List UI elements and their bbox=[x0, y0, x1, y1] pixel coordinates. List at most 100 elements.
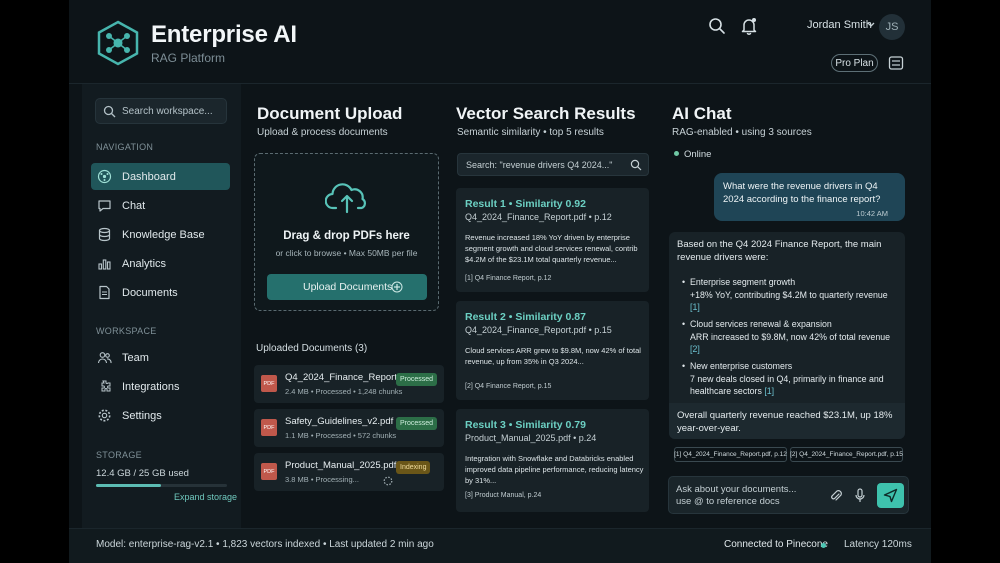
pdf-file-icon: PDF bbox=[261, 375, 277, 392]
settings-sliders-icon[interactable] bbox=[887, 54, 905, 72]
sidebar-item-integrations[interactable]: Integrations bbox=[91, 373, 230, 400]
chat-input[interactable]: Ask about your documents... use @ to ref… bbox=[668, 476, 909, 514]
workspace-search-placeholder: Search workspace... bbox=[122, 106, 213, 117]
sidebar-item-chat[interactable]: Chat bbox=[91, 192, 230, 219]
plus-icon bbox=[391, 281, 403, 293]
storage-section-label: STORAGE bbox=[96, 450, 142, 460]
result-citation: [1] Q4 Finance Report, p.12 bbox=[465, 275, 552, 282]
result-file: Q4_2024_Finance_Report.pdf • p.15 bbox=[465, 325, 612, 335]
chat-title: AI Chat bbox=[672, 104, 732, 123]
send-button[interactable] bbox=[877, 483, 904, 508]
pdf-file-icon: PDF bbox=[261, 463, 277, 480]
result-file: Product_Manual_2025.pdf • p.24 bbox=[465, 433, 597, 443]
paperclip-icon[interactable] bbox=[829, 488, 843, 503]
brand-title: Enterprise AI bbox=[151, 21, 297, 48]
dropzone-hint: or click to browse • Max 50MB per file bbox=[275, 248, 418, 258]
sidebar-item-analytics[interactable]: Analytics bbox=[91, 250, 230, 277]
sidebar-item-label: Analytics bbox=[122, 258, 167, 270]
search-result-card[interactable]: Result 3 • Similarity 0.79 Product_Manua… bbox=[456, 409, 649, 512]
navigation-section-label: NAVIGATION bbox=[96, 142, 154, 152]
upload-button-label: Upload Documents bbox=[303, 281, 393, 293]
workspace-section-label: WORKSPACE bbox=[96, 326, 157, 336]
file-name: Product_Manual_2025.pdf bbox=[285, 460, 397, 471]
file-row[interactable]: PDF Q4_2024_Finance_Report.pdf 2.4 MB • … bbox=[254, 365, 444, 403]
sidebar: Search workspace... NAVIGATION Dashboard… bbox=[82, 84, 241, 528]
status-badge: Indexing bbox=[396, 461, 431, 474]
sidebar-item-dashboard[interactable]: Dashboard bbox=[91, 163, 230, 190]
message-timestamp: 10:42 AM bbox=[856, 209, 888, 218]
bell-icon[interactable] bbox=[739, 16, 759, 36]
answer-summary: Overall quarterly revenue reached $23.1M… bbox=[669, 403, 905, 439]
connection-status-text: Connected to Pinecone bbox=[724, 539, 828, 550]
brand-subtitle: RAG Platform bbox=[151, 51, 226, 65]
file-row[interactable]: PDF Product_Manual_2025.pdf 3.8 MB • Pro… bbox=[254, 453, 444, 491]
summary-text: Overall quarterly revenue reached $23.1M… bbox=[677, 410, 893, 434]
online-status-text: Online bbox=[684, 149, 712, 160]
search-result-card[interactable]: Result 2 • Similarity 0.87 Q4_2024_Finan… bbox=[456, 301, 649, 400]
result-snippet: Revenue increased 18% YoY driven by ente… bbox=[465, 233, 638, 265]
online-dot-icon bbox=[674, 151, 679, 156]
logo-icon bbox=[97, 20, 139, 66]
model-status-text: Model: enterprise-rag-v2.1 • 1,823 vecto… bbox=[96, 539, 434, 550]
microphone-icon[interactable] bbox=[854, 488, 866, 503]
dashboard-icon bbox=[97, 169, 112, 184]
source-chip[interactable]: [1] Q4_2024_Finance_Report.pdf, p.12 bbox=[674, 447, 787, 462]
workspace-search-input[interactable]: Search workspace... bbox=[95, 98, 227, 124]
bullet-heading: New enterprise customers bbox=[690, 361, 793, 371]
user-message-text: What were the revenue drivers in Q4 2024… bbox=[723, 181, 881, 205]
storage-progress-fill bbox=[96, 484, 161, 487]
bullet-body: 7 new deals closed in Q4, primarily in f… bbox=[690, 373, 884, 397]
plan-badge[interactable]: Pro Plan bbox=[831, 54, 878, 72]
chat-subtitle: RAG-enabled • using 3 sources bbox=[672, 127, 812, 138]
online-status: Online bbox=[674, 149, 711, 160]
file-name: Safety_Guidelines_v2.pdf bbox=[285, 416, 394, 427]
bullet-heading: Cloud services renewal & expansion bbox=[690, 319, 832, 329]
vector-subtitle: Semantic similarity • top 5 results bbox=[457, 127, 604, 138]
expand-storage-link[interactable]: Expand storage bbox=[174, 492, 237, 502]
citation-link[interactable]: [2] bbox=[690, 344, 700, 354]
result-title: Result 1 • Similarity 0.92 bbox=[465, 198, 586, 210]
user-name[interactable]: Jordan Smith bbox=[807, 19, 872, 31]
sidebar-item-label: Chat bbox=[122, 200, 146, 212]
documents-icon bbox=[99, 285, 110, 300]
result-title: Result 2 • Similarity 0.87 bbox=[465, 311, 586, 323]
sidebar-item-team[interactable]: Team bbox=[91, 344, 230, 371]
upload-subtitle: Upload & process documents bbox=[257, 127, 388, 138]
vector-search-input[interactable]: Search: "revenue drivers Q4 2024..." bbox=[457, 153, 649, 176]
app-window: Enterprise AI RAG Platform Jordan Smith … bbox=[69, 0, 931, 563]
sidebar-item-label: Settings bbox=[122, 410, 162, 422]
file-name: Q4_2024_Finance_Report.pdf bbox=[285, 372, 413, 383]
citation-link[interactable]: [1] bbox=[764, 386, 774, 396]
avatar[interactable]: JS bbox=[879, 14, 905, 40]
status-badge: Processed bbox=[396, 417, 438, 430]
sidebar-item-label: Team bbox=[122, 352, 149, 364]
sidebar-item-label: Dashboard bbox=[122, 171, 176, 183]
cloud-upload-icon bbox=[325, 183, 366, 214]
chevron-down-icon[interactable] bbox=[866, 18, 876, 32]
pdf-file-icon: PDF bbox=[261, 419, 277, 436]
sidebar-item-settings[interactable]: Settings bbox=[91, 402, 230, 429]
knowledge-base-icon bbox=[98, 227, 111, 242]
result-title: Result 3 • Similarity 0.79 bbox=[465, 419, 586, 431]
bullet-heading: Enterprise segment growth bbox=[690, 277, 796, 287]
citation-link[interactable]: [1] bbox=[690, 302, 700, 312]
search-result-card[interactable]: Result 1 • Similarity 0.92 Q4_2024_Finan… bbox=[456, 188, 649, 292]
storage-used-text: 12.4 GB / 25 GB used bbox=[96, 468, 189, 479]
source-chip[interactable]: [2] Q4_2024_Finance_Report.pdf, p.15 bbox=[790, 447, 903, 462]
connection-dot-icon bbox=[821, 543, 826, 548]
file-row[interactable]: PDF Safety_Guidelines_v2.pdf 1.1 MB • Pr… bbox=[254, 409, 444, 447]
sidebar-item-label: Integrations bbox=[122, 381, 180, 393]
sidebar-item-documents[interactable]: Documents bbox=[91, 279, 230, 306]
sidebar-item-knowledge-base[interactable]: Knowledge Base bbox=[91, 221, 230, 248]
team-icon bbox=[97, 352, 112, 364]
app-header: Enterprise AI RAG Platform Jordan Smith … bbox=[69, 0, 931, 84]
upload-title: Document Upload bbox=[257, 104, 403, 123]
file-dropzone[interactable]: Drag & drop PDFs here or click to browse… bbox=[254, 153, 439, 311]
integrations-icon bbox=[101, 380, 111, 392]
result-snippet: Cloud services ARR grew to $9.8M, now 42… bbox=[465, 346, 641, 367]
search-icon[interactable] bbox=[707, 16, 727, 36]
loading-spinner-icon bbox=[383, 476, 393, 486]
assistant-intro-text: Based on the Q4 2024 Finance Report, the… bbox=[677, 239, 882, 263]
upload-documents-button[interactable]: Upload Documents bbox=[267, 274, 427, 300]
storage-progress-bar bbox=[96, 484, 227, 487]
